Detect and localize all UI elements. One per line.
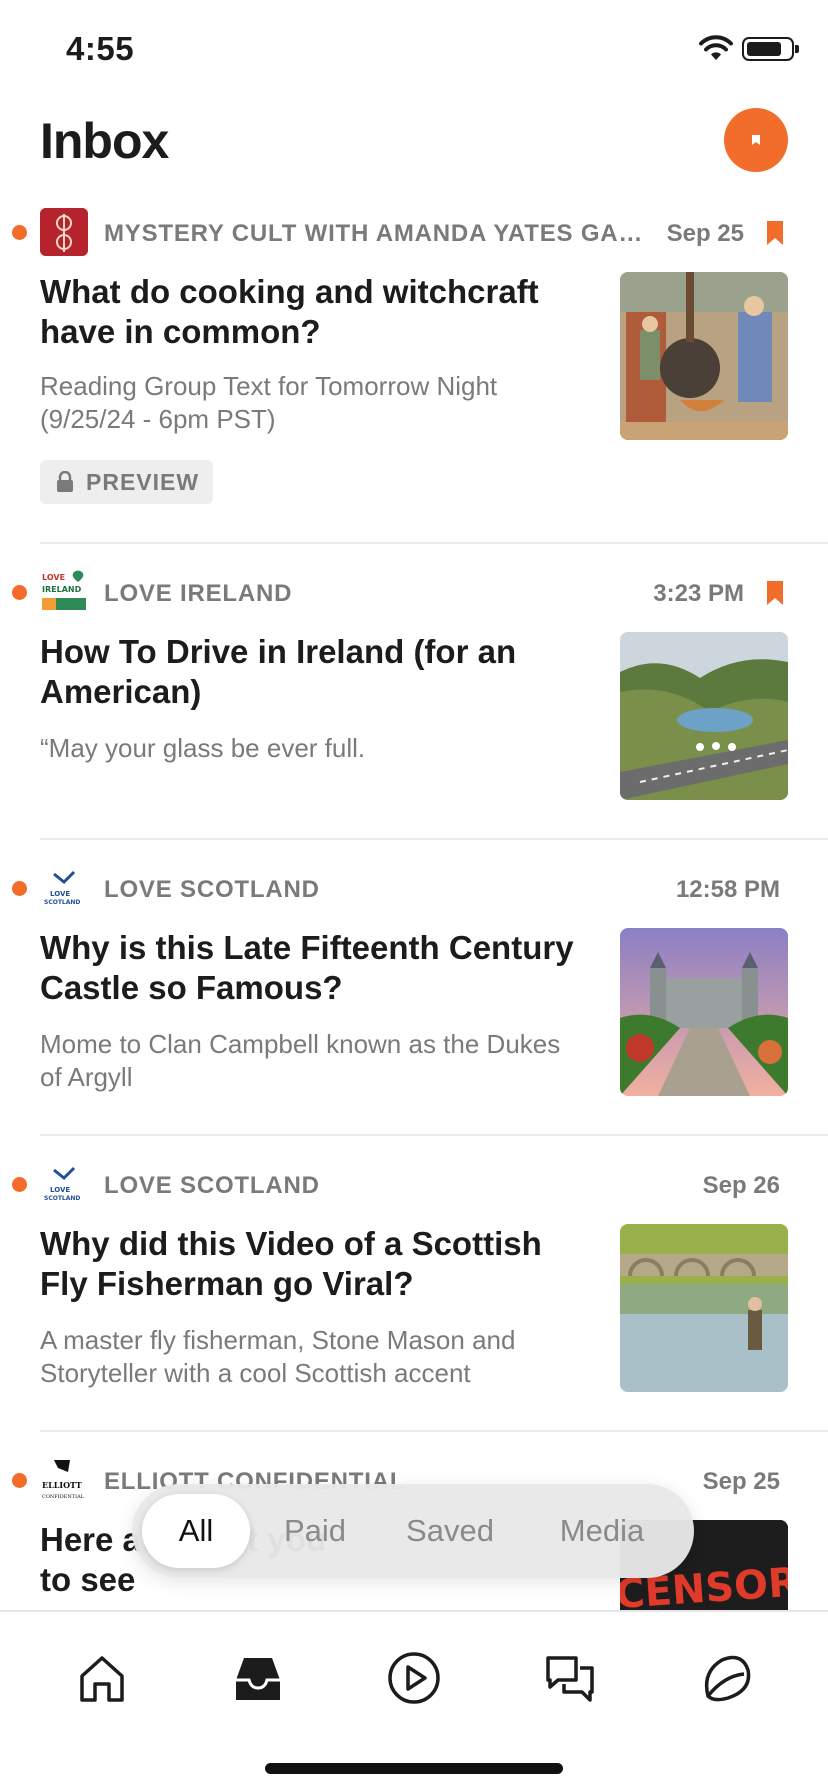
filter-tab-paid[interactable]: Paid <box>260 1494 370 1568</box>
list-item[interactable]: MYSTERY CULT WITH AMANDA YATES GAR... Se… <box>0 200 828 544</box>
post-thumbnail[interactable] <box>620 632 788 800</box>
publication-logo: ELLIOTT CONFIDENTIAL <box>40 1456 88 1504</box>
compose-button[interactable] <box>724 108 788 172</box>
publication-logo <box>40 208 88 256</box>
publication-logo: LOVE IRELAND <box>40 568 88 616</box>
list-item[interactable]: LOVE SCOTLAND LOVE SCOTLAND 12:58 PM Why… <box>0 840 828 1136</box>
post-thumbnail[interactable] <box>620 928 788 1096</box>
post-date: Sep 26 <box>702 1172 780 1199</box>
inbox-icon <box>236 1658 280 1700</box>
nav-profile[interactable] <box>686 1638 766 1718</box>
publication-name[interactable]: LOVE SCOTLAND <box>104 1172 524 1200</box>
filter-tab-all[interactable]: All <box>142 1494 250 1568</box>
post-title[interactable]: Why is this Late Fifteenth Century Castl… <box>40 928 580 1008</box>
home-icon <box>80 1656 124 1702</box>
post-title[interactable]: Why did this Video of a Scottish Fly Fis… <box>40 1224 580 1304</box>
publication-logo: LOVE SCOTLAND <box>40 864 88 912</box>
preview-label: PREVIEW <box>86 468 200 495</box>
post-thumbnail[interactable] <box>620 1224 788 1392</box>
home-indicator[interactable] <box>265 1763 563 1774</box>
unread-dot <box>12 585 27 600</box>
publication-name[interactable]: LOVE IRELAND <box>104 580 524 608</box>
svg-text:ELLIOTT: ELLIOTT <box>42 1480 82 1490</box>
nav-play[interactable] <box>374 1638 454 1718</box>
wifi-icon <box>699 35 733 60</box>
publication-name[interactable]: MYSTERY CULT WITH AMANDA YATES GAR... <box>104 220 644 248</box>
filter-segmented-control: All Paid Saved Media <box>132 1484 694 1578</box>
unread-dot <box>12 1473 27 1488</box>
svg-text:CONFIDENTIAL: CONFIDENTIAL <box>42 1494 85 1500</box>
status-time: 4:55 <box>66 30 135 67</box>
publication-name[interactable]: LOVE SCOTLAND <box>104 876 524 904</box>
play-icon <box>388 1652 440 1704</box>
post-date: 3:23 PM <box>653 580 744 607</box>
svg-text:SCOTLAND: SCOTLAND <box>44 1195 80 1202</box>
preview-badge: PREVIEW <box>40 460 214 504</box>
unread-dot <box>12 225 27 240</box>
post-date: 12:58 PM <box>675 876 780 903</box>
bookmark-icon[interactable] <box>766 580 784 606</box>
page-title: Inbox <box>40 113 169 169</box>
profile-icon <box>704 1655 751 1702</box>
publication-logo: LOVE SCOTLAND <box>40 1160 88 1208</box>
svg-text:SCOTLAND: SCOTLAND <box>44 899 80 906</box>
nav-home[interactable] <box>62 1638 142 1718</box>
bookmark-small-icon <box>752 135 760 145</box>
svg-text:LOVE: LOVE <box>50 1186 70 1194</box>
svg-text:IRELAND: IRELAND <box>42 585 82 594</box>
post-title[interactable]: How To Drive in Ireland (for an American… <box>40 632 520 712</box>
nav-chat[interactable] <box>530 1638 610 1718</box>
post-subtitle: A master fly fisherman, Stone Mason and … <box>40 1325 516 1388</box>
svg-text:LOVE: LOVE <box>42 573 65 582</box>
post-subtitle: Mome to Clan Campbell known as the Dukes… <box>40 1029 561 1092</box>
post-subtitle: “May your glass be ever full. <box>40 733 366 763</box>
post-subtitle: Reading Group Text for Tomorrow Night (9… <box>40 371 498 434</box>
svg-text:LOVE: LOVE <box>50 890 70 898</box>
filter-tab-media[interactable]: Media <box>532 1494 672 1568</box>
lock-icon <box>57 471 73 492</box>
filter-tab-saved[interactable]: Saved <box>384 1494 516 1568</box>
chat-icon <box>546 1656 594 1702</box>
unread-dot <box>12 1177 27 1192</box>
battery-icon <box>742 37 799 61</box>
post-thumbnail[interactable] <box>620 272 788 440</box>
post-title[interactable]: What do cooking and witchcraft have in c… <box>40 272 580 352</box>
post-date: Sep 25 <box>666 220 744 247</box>
unread-dot <box>12 881 27 896</box>
status-bar: 4:55 <box>0 0 828 100</box>
list-item[interactable]: LOVE IRELAND LOVE IRELAND 3:23 PM How To… <box>0 544 828 840</box>
nav-inbox[interactable] <box>218 1638 298 1718</box>
list-item[interactable]: LOVE SCOTLAND LOVE SCOTLAND Sep 26 Why d… <box>0 1136 828 1432</box>
post-date: Sep 25 <box>702 1468 780 1495</box>
bookmark-icon[interactable] <box>766 220 784 246</box>
